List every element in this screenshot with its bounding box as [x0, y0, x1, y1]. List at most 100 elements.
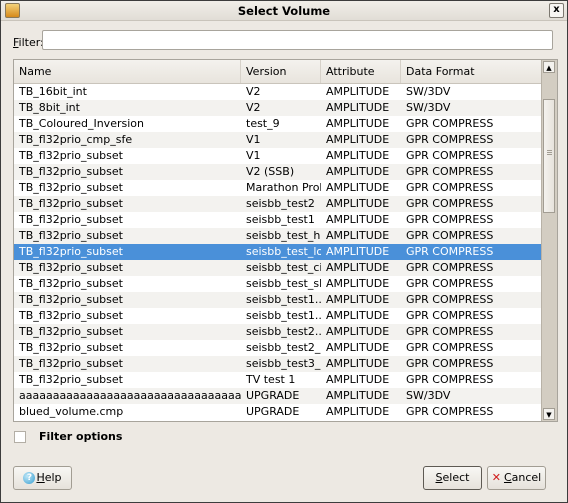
cell-name: TB_fl32prio_cmp_sfe	[19, 133, 133, 146]
cell-name: TB_fl32prio_subset	[19, 149, 123, 162]
cell-data-format: GPR COMPRESS	[406, 149, 494, 162]
volume-table: Name Version Attribute Data Format TB_16…	[13, 59, 558, 422]
cell-name: TB_fl32prio_subset	[19, 197, 123, 210]
cell-version: V2	[246, 101, 261, 114]
cell-name: TB_8bit_int	[19, 101, 80, 114]
table-row[interactable]: TB_fl32prio_subset TV test 1 AMPLITUDE GPR …	[14, 372, 541, 388]
table-row[interactable]: blued_volume.cmp UPGRADE AMPLITUDE GPR COMP…	[14, 404, 541, 420]
cell-name: TB_16bit_int	[19, 85, 87, 98]
cancel-button[interactable]: ✕ Cancel	[487, 466, 546, 490]
cell-data-format: GPR COMPRESS	[406, 197, 494, 210]
select-mnemonic: S	[435, 471, 443, 484]
scroll-down-icon[interactable]: ▼	[543, 408, 555, 420]
cell-attribute: AMPLITUDE	[326, 229, 390, 242]
table-row[interactable]: TB_fl32prio_subset seisbb_test1... AMPLITU…	[14, 308, 541, 324]
scrollbar-thumb[interactable]	[543, 99, 555, 213]
cell-version: UPGRADE	[246, 405, 300, 418]
table-row[interactable]: TB_fl32prio_subset seisbb_test1 AMPLITUDE G…	[14, 212, 541, 228]
title-bar: Select Volume x	[1, 1, 567, 21]
cancel-mnemonic: C	[503, 471, 512, 484]
cell-attribute: AMPLITUDE	[326, 149, 390, 162]
cell-data-format: GPR COMPRESS	[406, 357, 494, 370]
table-row[interactable]: aaaaaaaaaaaaaaaaaaaaaaaaaaaaaaaaa01.3dv U…	[14, 388, 541, 404]
cell-name: TB_fl32prio_subset	[19, 181, 123, 194]
table-body: TB_16bit_int V2 AMPLITUDE SW/3DV TB_8bit_int…	[14, 84, 541, 420]
cell-name: TB_fl32prio_subset	[19, 165, 123, 178]
cell-version: seisbb_test2...	[246, 325, 321, 338]
cell-attribute: AMPLITUDE	[326, 245, 390, 258]
column-header-data-format[interactable]: Data Format	[401, 60, 541, 83]
cell-version: V1	[246, 133, 261, 146]
table-row[interactable]: TB_fl32prio_subset seisbb_test_sb AMPLITUD…	[14, 276, 541, 292]
close-button[interactable]: x	[549, 3, 564, 18]
table-row[interactable]: TB_Coloured_Inversion test_9 AMPLITUDE GPR …	[14, 116, 541, 132]
help-button[interactable]: ? Help	[13, 466, 72, 490]
cell-data-format: GPR COMPRESS	[406, 229, 494, 242]
table-row[interactable]: TB_fl32prio_subset seisbb_test_hi AMPLITUD…	[14, 228, 541, 244]
filter-options-label: Filter options	[39, 430, 123, 443]
filter-options-checkbox[interactable]	[14, 431, 26, 443]
table-row[interactable]: TB_8bit_int V2 AMPLITUDE SW/3DV	[14, 100, 541, 116]
cell-name: TB_fl32prio_subset	[19, 261, 123, 274]
select-volume-dialog: Select Volume x Filter: Name Version Att…	[0, 0, 568, 503]
cell-name: aaaaaaaaaaaaaaaaaaaaaaaaaaaaaaaaa01.3dv	[19, 389, 241, 402]
cell-version: V2 (SSB)	[246, 165, 295, 178]
cell-version: seisbb_test1...	[246, 309, 321, 322]
table-row[interactable]: TB_fl32prio_cmp_sfe V1 AMPLITUDE GPR COMPRE…	[14, 132, 541, 148]
table-row[interactable]: TB_fl32prio_subset seisbb_test2_ci AMPLITU…	[14, 340, 541, 356]
table-header: Name Version Attribute Data Format	[14, 60, 541, 84]
filter-input[interactable]	[42, 30, 553, 50]
cell-data-format: GPR COMPRESS	[406, 181, 494, 194]
cell-name: TB_fl32prio_subset	[19, 357, 123, 370]
cell-name: TB_fl32prio_subset	[19, 229, 123, 242]
cell-attribute: AMPLITUDE	[326, 357, 390, 370]
cell-attribute: AMPLITUDE	[326, 261, 390, 274]
cell-data-format: GPR COMPRESS	[406, 165, 494, 178]
column-header-attribute[interactable]: Attribute	[321, 60, 401, 83]
cell-data-format: GPR COMPRESS	[406, 405, 494, 418]
help-icon: ?	[23, 472, 36, 484]
table-row[interactable]: TB_fl32prio_subset seisbb_test3_ci AMPLITU…	[14, 356, 541, 372]
cell-attribute: AMPLITUDE	[326, 341, 390, 354]
table-row[interactable]: TB_fl32prio_subset Marathon Prob AMPLITUDE…	[14, 180, 541, 196]
cell-version: UPGRADE	[246, 389, 300, 402]
table-row[interactable]: TB_fl32prio_subset seisbb_test2 AMPLITUDE G…	[14, 196, 541, 212]
cell-attribute: AMPLITUDE	[326, 165, 390, 178]
cell-attribute: AMPLITUDE	[326, 133, 390, 146]
vertical-scrollbar[interactable]: ▲ ▼	[541, 60, 557, 421]
cell-data-format: GPR COMPRESS	[406, 133, 494, 146]
table-row[interactable]: TB_fl32prio_subset V1 AMPLITUDE GPR COMPRES…	[14, 148, 541, 164]
cell-data-format: SW/3DV	[406, 389, 451, 402]
cell-name: TB_fl32prio_subset	[19, 213, 123, 226]
help-mnemonic: H	[36, 471, 45, 484]
column-header-version[interactable]: Version	[241, 60, 321, 83]
table-row[interactable]: TB_fl32prio_subset seisbb_test2... AMPLITU…	[14, 324, 541, 340]
column-header-name[interactable]: Name	[14, 60, 241, 83]
cell-version: seisbb_test2_ci	[246, 341, 321, 354]
cell-attribute: AMPLITUDE	[326, 213, 390, 226]
table-row[interactable]: TB_16bit_int V2 AMPLITUDE SW/3DV	[14, 84, 541, 100]
select-button[interactable]: Select	[423, 466, 482, 490]
cell-version: seisbb_test2	[246, 197, 315, 210]
cell-version: test_9	[246, 117, 280, 130]
help-label: elp	[44, 471, 62, 484]
table-row[interactable]: TB_fl32prio_subset seisbb_test_ci AMPLITUD…	[14, 260, 541, 276]
cell-data-format: GPR COMPRESS	[406, 325, 494, 338]
select-label: elect	[442, 471, 470, 484]
cell-data-format: SW/3DV	[406, 101, 451, 114]
cell-data-format: GPR COMPRESS	[406, 309, 494, 322]
table-row[interactable]: TB_fl32prio_subset seisbb_test1... AMPLITU…	[14, 292, 541, 308]
table-row[interactable]: TB_fl32prio_subset seisbb_test_lo AMPLITUD…	[14, 244, 541, 260]
cell-version: seisbb_test1...	[246, 293, 321, 306]
cell-attribute: AMPLITUDE	[326, 373, 390, 386]
cell-data-format: GPR COMPRESS	[406, 245, 494, 258]
dialog-title: Select Volume	[237, 4, 331, 18]
cell-version: seisbb_test1	[246, 213, 315, 226]
scroll-up-icon[interactable]: ▲	[543, 61, 555, 73]
cell-version: TV test 1	[246, 373, 296, 386]
table-row[interactable]: TB_fl32prio_subset V2 (SSB) AMPLITUDE GPR C…	[14, 164, 541, 180]
cell-data-format: GPR COMPRESS	[406, 341, 494, 354]
cell-version: Marathon Prob	[246, 181, 321, 194]
cancel-icon: ✕	[491, 471, 501, 484]
cell-attribute: AMPLITUDE	[326, 405, 390, 418]
